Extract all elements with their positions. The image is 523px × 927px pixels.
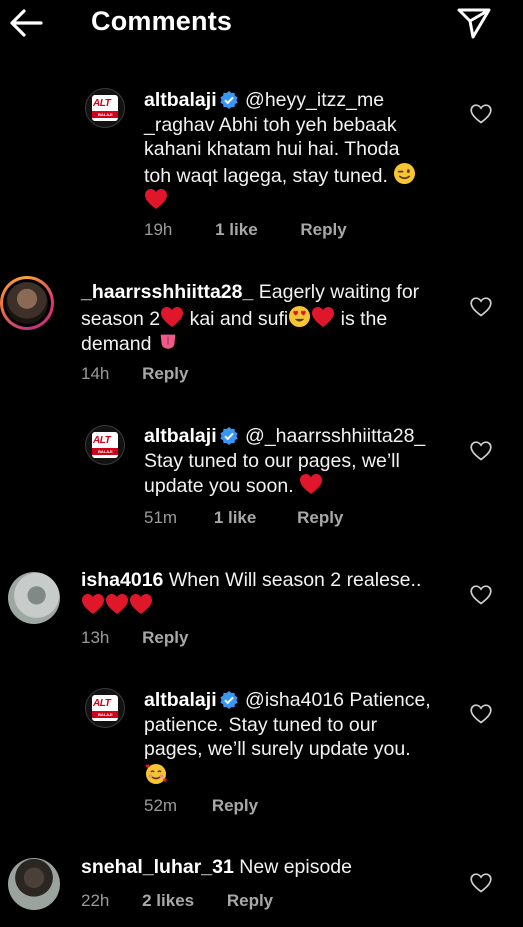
red-heart-emoji-icon	[130, 593, 152, 614]
red-heart-emoji-icon	[300, 474, 323, 494]
arrow-left-icon[interactable]	[8, 8, 44, 38]
red-heart-emoji-icon	[106, 593, 128, 614]
comment-meta: 14h Reply	[81, 364, 210, 384]
comment-time: 14h	[81, 364, 110, 383]
comment-username[interactable]: altbalaji	[144, 89, 217, 111]
verified-badge-icon	[219, 691, 238, 709]
avatar[interactable]: ALT BALAJI	[85, 88, 125, 128]
altbalaji-logo-icon: ALT BALAJI	[92, 432, 118, 458]
red-heart-emoji-icon	[312, 306, 335, 327]
reply-button[interactable]: Reply	[297, 508, 343, 528]
comment-text-line: _raghav Abhi toh yeh bebaak	[144, 113, 397, 136]
winking-face-emoji-icon	[394, 162, 416, 184]
comment-body: altbalaji @_haarrsshhiitta28_ Stay tuned…	[144, 424, 464, 499]
comment-text-line: kahani khatam hui hai. Thoda	[144, 138, 400, 160]
avatar[interactable]: ALT BALAJI	[85, 688, 125, 728]
comment-text-line: Stay tuned to our pages, we’ll	[144, 449, 400, 472]
comment-item: ALT BALAJI altbalaji @isha4016 Patience, …	[0, 680, 523, 820]
like-heart-icon[interactable]	[470, 873, 492, 893]
comment-meta: 19h 1 like Reply	[144, 220, 369, 240]
comment-item: ALT BALAJI altbalaji @heyy_itzz_me _ragha…	[0, 80, 523, 250]
comment-text-line: demand	[81, 333, 152, 355]
comment-time: 19h	[144, 220, 173, 239]
comment-text-line: Eagerly waiting for	[258, 281, 420, 303]
comment-body: snehal_luhar_31 New episode	[81, 855, 461, 880]
comment-username[interactable]: altbalaji	[144, 689, 217, 711]
red-heart-emoji-icon	[82, 593, 104, 614]
comment-body: altbalaji @isha4016 Patience, patience. …	[144, 688, 464, 789]
comment-username[interactable]: isha4016	[81, 569, 163, 591]
tongue-emoji-icon	[160, 334, 176, 349]
like-heart-icon[interactable]	[470, 441, 492, 461]
comment-text-line: kai and sufi	[184, 307, 289, 330]
comment-text-line: is the	[335, 307, 388, 330]
comment-time: 13h	[81, 628, 110, 647]
comment-time: 52m	[144, 796, 178, 815]
altbalaji-logo-icon: ALT BALAJI	[92, 95, 118, 121]
red-heart-emoji-icon	[145, 189, 167, 209]
comment-meta: 22h 2 likes Reply	[81, 891, 295, 911]
page-title: Comments	[91, 6, 233, 36]
like-heart-icon[interactable]	[470, 297, 492, 317]
comment-mention[interactable]: @_haarrsshhiitta28_	[245, 425, 425, 447]
comment-text-line: patience. Stay tuned to our	[144, 713, 378, 736]
comment-text-line: Patience,	[349, 689, 431, 711]
comment-item: snehal_luhar_31 New episode 22h 2 likes …	[0, 848, 523, 927]
red-heart-emoji-icon	[161, 306, 184, 327]
comment-username[interactable]: _haarrsshhiitta28_	[81, 281, 253, 303]
comment-body: _haarrsshhiitta28_ Eagerly waiting for s…	[81, 280, 461, 357]
heart-eyes-emoji-icon	[289, 305, 311, 327]
comments-header: Comments	[0, 0, 523, 48]
comment-time: 22h	[81, 891, 110, 910]
like-heart-icon[interactable]	[470, 585, 492, 605]
comment-body: isha4016 When Will season 2 realese..	[81, 568, 461, 618]
comment-text: New episode	[239, 856, 352, 878]
avatar[interactable]: ALT BALAJI	[85, 425, 125, 465]
comment-time: 51m	[144, 508, 178, 527]
avatar[interactable]	[8, 572, 60, 624]
comment-item: isha4016 When Will season 2 realese.. 13…	[0, 560, 523, 660]
comment-body: altbalaji @heyy_itzz_me _raghav Abhi toh…	[144, 88, 444, 214]
comment-text: When Will season 2 realese..	[168, 569, 422, 591]
verified-badge-icon	[219, 427, 238, 445]
smiling-face-with-hearts-emoji-icon	[145, 763, 167, 784]
comment-username[interactable]: altbalaji	[144, 425, 217, 447]
verified-badge-icon	[219, 91, 238, 109]
reply-button[interactable]: Reply	[212, 796, 258, 816]
reply-button[interactable]: Reply	[227, 891, 273, 911]
avatar[interactable]	[8, 858, 60, 910]
comment-item: ALT BALAJI altbalaji @_haarrsshhiitta28_ …	[0, 415, 523, 535]
like-heart-icon[interactable]	[470, 704, 492, 724]
reply-button[interactable]: Reply	[142, 364, 188, 384]
comment-meta: 13h Reply	[81, 628, 210, 648]
comment-meta: 52m Reply	[144, 796, 280, 816]
altbalaji-logo-icon: ALT BALAJI	[92, 695, 118, 721]
like-heart-icon[interactable]	[470, 104, 492, 124]
like-count[interactable]: 1 like	[214, 508, 257, 528]
reply-button[interactable]: Reply	[300, 220, 346, 240]
comment-text-line: toh waqt lagega, stay tuned.	[144, 164, 388, 187]
like-count[interactable]: 2 likes	[142, 891, 194, 911]
like-count[interactable]: 1 like	[215, 220, 258, 240]
comment-item: _haarrsshhiitta28_ Eagerly waiting for s…	[0, 270, 523, 390]
comment-meta: 51m 1 like Reply	[144, 508, 365, 528]
comment-username[interactable]: snehal_luhar_31	[81, 856, 234, 878]
avatar[interactable]	[0, 276, 54, 330]
comment-mention[interactable]: @heyy_itzz_me	[245, 89, 384, 111]
paper-plane-icon[interactable]	[456, 6, 492, 40]
comment-text-line: pages, we’ll surely update you.	[144, 738, 411, 760]
comment-mention[interactable]: @isha4016	[245, 689, 344, 711]
comment-text-line: season 2	[81, 307, 161, 330]
comment-text-line: update you soon.	[144, 475, 294, 497]
reply-button[interactable]: Reply	[142, 628, 188, 648]
